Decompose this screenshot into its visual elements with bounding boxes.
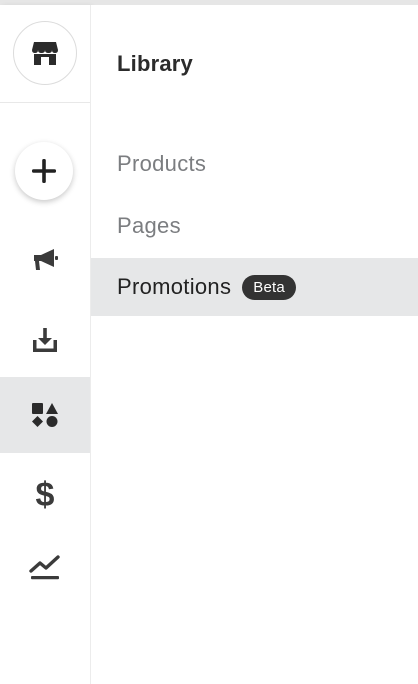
shapes-icon	[32, 403, 58, 427]
library-subnav: Library Products Pages Promotions Beta	[91, 5, 418, 684]
nav-item-pages[interactable]: Pages	[91, 197, 418, 255]
app-window: $ Library Products Pages Promotions Beta	[0, 0, 418, 684]
nav-item-label: Pages	[117, 213, 181, 238]
beta-badge: Beta	[242, 274, 296, 300]
plus-icon	[32, 159, 56, 183]
download-icon	[33, 328, 57, 352]
trend-chart-icon	[29, 555, 60, 580]
dollar-icon: $	[36, 476, 55, 512]
rail-item-sales[interactable]: $	[0, 456, 90, 532]
rail-item-promote[interactable]	[0, 222, 90, 298]
store-button[interactable]	[13, 21, 77, 85]
nav-item-products[interactable]: Products	[91, 135, 418, 193]
rail-item-analytics[interactable]	[0, 530, 90, 606]
nav-item-promotions[interactable]: Promotions Beta	[91, 258, 418, 316]
subnav-title: Library	[117, 51, 193, 76]
rail-item-download[interactable]	[0, 302, 90, 378]
store-section	[0, 5, 90, 103]
nav-item-label: Promotions	[117, 274, 232, 299]
store-icon	[32, 42, 58, 65]
rail-item-library[interactable]	[0, 377, 90, 453]
svg-text:$: $	[36, 476, 55, 512]
icon-rail: $	[0, 5, 91, 684]
megaphone-icon	[34, 249, 58, 270]
add-button[interactable]	[15, 142, 73, 200]
nav-item-label: Products	[117, 151, 207, 176]
